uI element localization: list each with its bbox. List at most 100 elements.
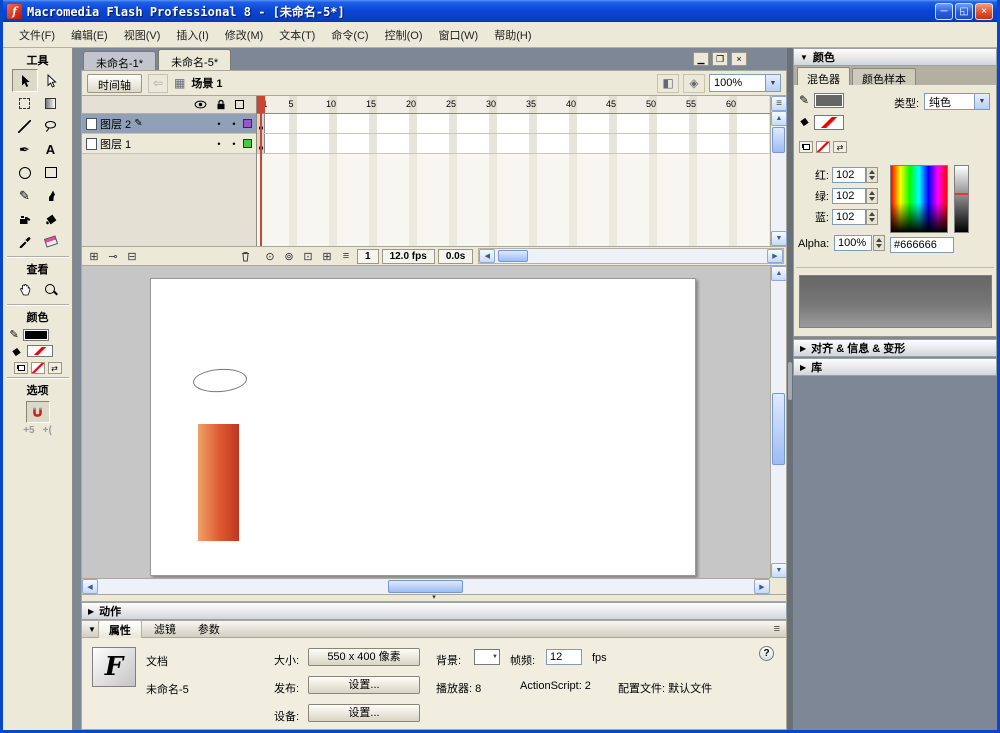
layer-visibility-dot[interactable]: • [213,119,225,129]
minimize-button[interactable]: ─ [935,2,953,20]
layer-frames-row[interactable] [257,114,770,134]
chevron-down-icon[interactable]: ▼ [974,94,989,109]
scrollbar-thumb[interactable] [498,250,529,262]
scrollbar-thumb[interactable] [388,580,463,593]
paint-bucket-tool[interactable] [38,207,64,230]
layer-frames-row[interactable] [257,134,770,154]
no-color-button[interactable] [30,362,45,374]
layer-visibility-dot[interactable]: • [213,139,225,149]
layer-outline-color[interactable] [243,139,252,148]
color-spectrum-picker[interactable] [890,165,948,233]
scrollbar-thumb[interactable] [772,393,785,465]
back-arrow-button[interactable]: ⇦ [148,73,168,93]
scroll-down-icon[interactable]: ▼ [771,231,787,246]
hand-tool[interactable] [12,278,38,301]
line-tool[interactable] [12,115,38,138]
collapse-arrow-icon[interactable]: ▼ [88,625,96,634]
outline-column-icon[interactable] [235,100,244,109]
selection-tool[interactable] [11,69,38,92]
doc-minimize-button[interactable]: ▁ [693,52,709,66]
stroke-color-swatch[interactable] [22,328,49,341]
device-settings-button[interactable]: 设置... [308,704,420,722]
stroke-pencil-icon[interactable]: ✎ [799,93,809,107]
gradient-rectangle-shape[interactable] [198,424,239,541]
spinner-up-icon[interactable] [869,169,875,174]
stage-canvas[interactable] [150,278,696,576]
doc-tab[interactable]: 未命名-1* [83,51,157,70]
channel-value-input[interactable]: 102 [832,187,866,204]
actions-panel-header[interactable]: ▶ 动作 [81,602,787,620]
onion-skin-outlines-icon[interactable]: ⊡ [300,249,316,264]
publish-settings-button[interactable]: 设置... [308,676,420,694]
layer-lock-dot[interactable]: • [228,139,240,149]
tab-color-swatches[interactable]: 颜色样本 [852,68,916,86]
menu-item[interactable]: 命令(C) [323,24,376,46]
spinner-down-icon[interactable] [869,196,875,201]
doc-restore-button[interactable]: ❐ [712,52,728,66]
free-transform-tool[interactable] [12,92,38,115]
framerate-input[interactable]: 12 [546,649,582,665]
tab-filters[interactable]: 滤镜 [144,620,186,638]
scroll-right-icon[interactable]: ▶ [754,579,770,594]
channel-spinner[interactable] [866,166,878,183]
default-colors-button[interactable] [13,362,28,374]
color-type-select[interactable]: 纯色 ▼ [924,93,990,110]
swap-colors-button[interactable]: ⇄ [833,141,847,153]
background-color-swatch[interactable]: ▼ [474,649,500,665]
pen-tool[interactable]: ✒ [12,138,38,161]
restore-button[interactable]: ◱ [955,2,973,20]
default-colors-button[interactable] [799,141,813,153]
onion-skin-icon[interactable]: ⊚ [281,249,297,264]
subselection-tool[interactable] [38,69,64,92]
expand-arrow-icon[interactable]: ▶ [800,344,806,353]
help-icon[interactable]: ? [759,646,774,661]
delete-layer-trash-icon[interactable] [237,249,253,264]
fill-color-swatch[interactable] [26,345,53,357]
color-panel-header[interactable]: ▼ 颜色 [793,48,997,66]
pencil-tool[interactable]: ✎ [12,184,38,207]
edit-multiple-frames-icon[interactable]: ⊞ [319,249,335,264]
spinner-down-icon[interactable] [869,217,875,222]
menu-item[interactable]: 窗口(W) [431,24,487,46]
playhead-marker[interactable] [257,96,265,113]
zoom-tool[interactable] [38,278,64,301]
eyedropper-tool[interactable] [12,230,38,253]
channel-value-input[interactable]: 102 [832,166,866,183]
oval-tool[interactable] [12,161,38,184]
insert-layer-folder-icon[interactable]: ⊟ [124,249,140,264]
panel-menu-icon[interactable]: ≡ [774,623,780,635]
size-button[interactable]: 550 x 400 像素 [308,648,420,666]
scroll-up-icon[interactable]: ▲ [771,111,787,126]
doc-tab[interactable]: 未命名-5* [158,49,232,70]
timeline-ruler[interactable]: 151015202530354045505560 [257,96,770,114]
frame-view-menu-icon[interactable]: ≡ [771,96,787,111]
gradient-transform-tool[interactable] [38,92,64,115]
library-panel-header[interactable]: ▶ 库 [793,358,997,376]
eye-icon[interactable] [194,100,207,109]
scrollbar-track[interactable] [495,249,767,263]
menu-item[interactable]: 视图(V) [116,24,169,46]
spinner-down-icon[interactable] [869,175,875,180]
scrollbar-thumb[interactable] [772,127,785,153]
layer-lock-dot[interactable]: • [228,119,240,129]
fill-color-swatch[interactable] [814,115,844,130]
spinner-up-icon[interactable] [869,211,875,216]
timeline-toggle-button[interactable]: 时间轴 [87,73,142,93]
menu-item[interactable]: 控制(O) [377,24,431,46]
menu-item[interactable]: 文件(F) [11,24,63,46]
menu-item[interactable]: 文本(T) [271,24,323,46]
close-button[interactable]: × [975,2,993,20]
no-color-button[interactable] [816,141,830,153]
modify-onion-markers-icon[interactable]: ≡ [338,249,354,264]
stage-panel-splitter[interactable]: ▾ [81,594,787,602]
eraser-tool[interactable] [38,230,64,253]
menu-item[interactable]: 编辑(E) [63,24,116,46]
frames-empty-area[interactable] [257,154,770,246]
tab-color-mixer[interactable]: 混色器 [797,67,850,86]
add-motion-guide-icon[interactable]: ⊸ [105,249,121,264]
center-frame-icon[interactable]: ⊙ [262,249,278,264]
lock-icon[interactable] [216,99,226,110]
channel-value-input[interactable]: 102 [832,208,866,225]
expand-arrow-icon[interactable]: ▶ [800,363,806,372]
swap-colors-button[interactable]: ⇄ [47,362,62,374]
